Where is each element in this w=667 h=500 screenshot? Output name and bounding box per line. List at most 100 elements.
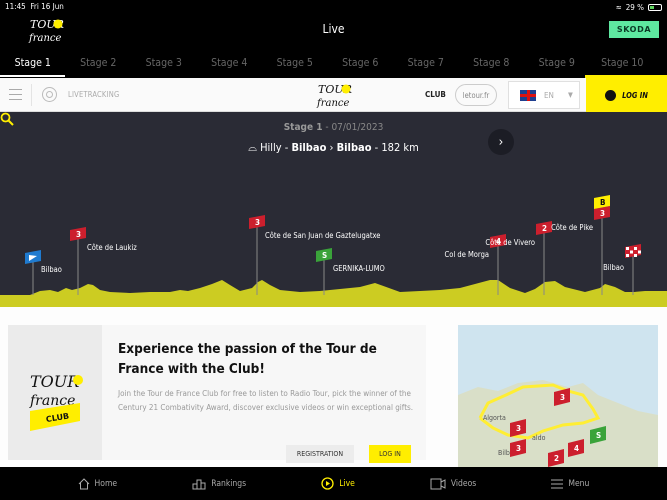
marker-bonus-badge: B bbox=[600, 198, 605, 207]
language-select[interactable]: EN ▼ bbox=[508, 81, 580, 109]
tab-stage-6[interactable]: Stage 6 bbox=[328, 48, 394, 77]
login-label: LOG IN bbox=[622, 90, 648, 100]
status-time: 11:45 bbox=[5, 2, 26, 11]
livetracking-icon[interactable] bbox=[42, 87, 57, 102]
uk-flag-icon bbox=[520, 89, 536, 101]
battery-percent: 29 % bbox=[625, 2, 644, 12]
home-icon bbox=[78, 477, 89, 489]
status-date: Fri 16 Jun bbox=[30, 2, 64, 11]
map-marker-badge: 3 bbox=[560, 393, 565, 402]
map-marker-badge: S bbox=[596, 431, 601, 440]
marker-label: Côte de Pike bbox=[551, 223, 593, 232]
tab-stage-4[interactable]: Stage 4 bbox=[197, 48, 263, 77]
tab-menu[interactable]: Menu bbox=[551, 467, 589, 500]
tab-menu-label: Menu bbox=[568, 478, 590, 489]
checkered-square bbox=[626, 247, 629, 250]
map-marker-badge: 4 bbox=[574, 444, 579, 453]
svg-text:TOUR: TOUR bbox=[30, 372, 79, 391]
letour-link[interactable]: letour.fr bbox=[455, 84, 497, 106]
checkered-square bbox=[626, 254, 629, 257]
podium-icon bbox=[192, 479, 206, 489]
top-bar: TOUR france Live SKODA bbox=[0, 14, 667, 48]
tab-videos-label: Videos bbox=[450, 478, 477, 489]
checkered-square bbox=[634, 254, 637, 257]
map-marker-badge: 2 bbox=[554, 454, 559, 463]
play-icon bbox=[321, 477, 334, 490]
site-navbar: LIVETRACKING TOUR france CLUB letour.fr … bbox=[0, 78, 667, 112]
page-title: Live bbox=[322, 22, 345, 36]
finish-city: Bilbao bbox=[336, 141, 372, 154]
route-map[interactable]: Algorta Bilba aldo 333S42 bbox=[458, 325, 658, 467]
marker-label: GERNIKA-LUMO bbox=[333, 264, 385, 273]
marker-label: Côte de San Juan de Gaztelugatxe bbox=[265, 231, 380, 240]
club-link[interactable]: CLUB bbox=[425, 90, 446, 99]
tab-stage-9[interactable]: Stage 9 bbox=[524, 48, 590, 77]
sponsor-badge[interactable]: SKODA bbox=[609, 21, 659, 38]
zoom-icon[interactable] bbox=[0, 112, 14, 126]
marker-badge: 3 bbox=[76, 230, 81, 239]
wifi-icon: ≈ bbox=[615, 2, 622, 12]
checkered-square bbox=[634, 247, 637, 250]
livetracking-link[interactable]: LIVETRACKING bbox=[68, 90, 119, 99]
svg-text:france: france bbox=[316, 98, 349, 109]
checkered-square bbox=[630, 250, 633, 254]
map-label-algorta: Algorta bbox=[483, 414, 506, 422]
tab-stage-10[interactable]: Stage 10 bbox=[590, 48, 656, 77]
elevation-terrain bbox=[0, 280, 667, 307]
tab-stage-5[interactable]: Stage 5 bbox=[262, 48, 328, 77]
tab-rankings-label: Rankings bbox=[211, 478, 247, 489]
tab-stage-2[interactable]: Stage 2 bbox=[66, 48, 132, 77]
marker-badge: 3 bbox=[600, 209, 605, 218]
start-city: Bilbao bbox=[291, 141, 327, 154]
tab-stage-1[interactable]: Stage 1 bbox=[0, 48, 66, 77]
user-icon bbox=[605, 89, 617, 101]
marker-label: Bilbao bbox=[603, 263, 624, 272]
video-icon bbox=[430, 478, 446, 489]
marker-badge: S bbox=[322, 251, 327, 260]
marker-label: Côte de Vivero bbox=[485, 238, 535, 247]
promo-title: Experience the passion of the Tour de Fr… bbox=[118, 341, 377, 377]
stage-date: 07/01/2023 bbox=[331, 122, 384, 133]
stage-header: Stage 1 - 07/01/2023 bbox=[283, 122, 384, 133]
status-bar: 11:45 Fri 16 Jun ≈ 29 % bbox=[0, 0, 667, 14]
tab-live-label: Live bbox=[339, 478, 355, 489]
tab-stage-8[interactable]: Stage 8 bbox=[459, 48, 525, 77]
terrain-type: Hilly bbox=[260, 141, 282, 154]
marker-label: Col de Morga bbox=[445, 250, 489, 259]
route-summary: ⌓ Hilly - Bilbao › Bilbao - 182 km bbox=[248, 141, 419, 154]
stage-name: Stage 1 bbox=[283, 122, 323, 133]
marker-badge: 3 bbox=[255, 218, 260, 227]
tab-stage-7[interactable]: Stage 7 bbox=[393, 48, 459, 77]
stage-profile: Bilbao 3 Côte de Laukiz 3 Côte de San Juan d… bbox=[0, 112, 667, 307]
chevron-down-icon: ▼ bbox=[567, 91, 573, 99]
map-label-aldo: aldo bbox=[532, 434, 546, 442]
tab-videos[interactable]: Videos bbox=[430, 467, 476, 500]
stage-distance: 182 km bbox=[381, 141, 419, 154]
hilly-terrain-icon: ⌓ bbox=[248, 141, 257, 154]
next-stage-button[interactable]: › bbox=[488, 129, 514, 155]
tour-de-france-logo-nav[interactable]: TOUR france bbox=[315, 81, 353, 109]
divider bbox=[31, 84, 32, 106]
tab-live[interactable]: Live bbox=[321, 467, 355, 500]
tab-stage-3[interactable]: Stage 3 bbox=[131, 48, 197, 77]
stage-tabs: Stage 1 Stage 2 Stage 3 Stage 4 Stage 5 … bbox=[0, 48, 667, 77]
tab-home[interactable]: Home bbox=[78, 467, 118, 500]
tab-rankings[interactable]: Rankings bbox=[192, 467, 246, 500]
bottom-tab-bar: Home Rankings Live Videos Menu bbox=[0, 467, 667, 500]
promo-login-button[interactable]: LOG IN bbox=[369, 445, 411, 463]
map-marker-badge: 3 bbox=[516, 424, 521, 433]
promo-body: Join the Tour de France Club for free to… bbox=[118, 389, 414, 412]
hamburger-menu-icon[interactable] bbox=[9, 89, 22, 100]
marker-label: Bilbao bbox=[41, 265, 62, 274]
content-area: TOUR france CLUB Experience the passion … bbox=[0, 307, 667, 467]
chevron-right-icon: › bbox=[498, 134, 504, 150]
checkered-square bbox=[638, 250, 641, 254]
club-logo: TOUR france CLUB bbox=[8, 325, 102, 460]
marker-badge: 2 bbox=[542, 224, 547, 233]
login-button[interactable]: LOG IN bbox=[586, 78, 667, 112]
map-marker-badge: 3 bbox=[516, 444, 521, 453]
menu-icon bbox=[551, 479, 564, 488]
tab-home-label: Home bbox=[94, 478, 118, 489]
registration-button[interactable]: REGISTRATION bbox=[286, 445, 354, 463]
club-promo-card: TOUR france CLUB Experience the passion … bbox=[8, 325, 426, 463]
